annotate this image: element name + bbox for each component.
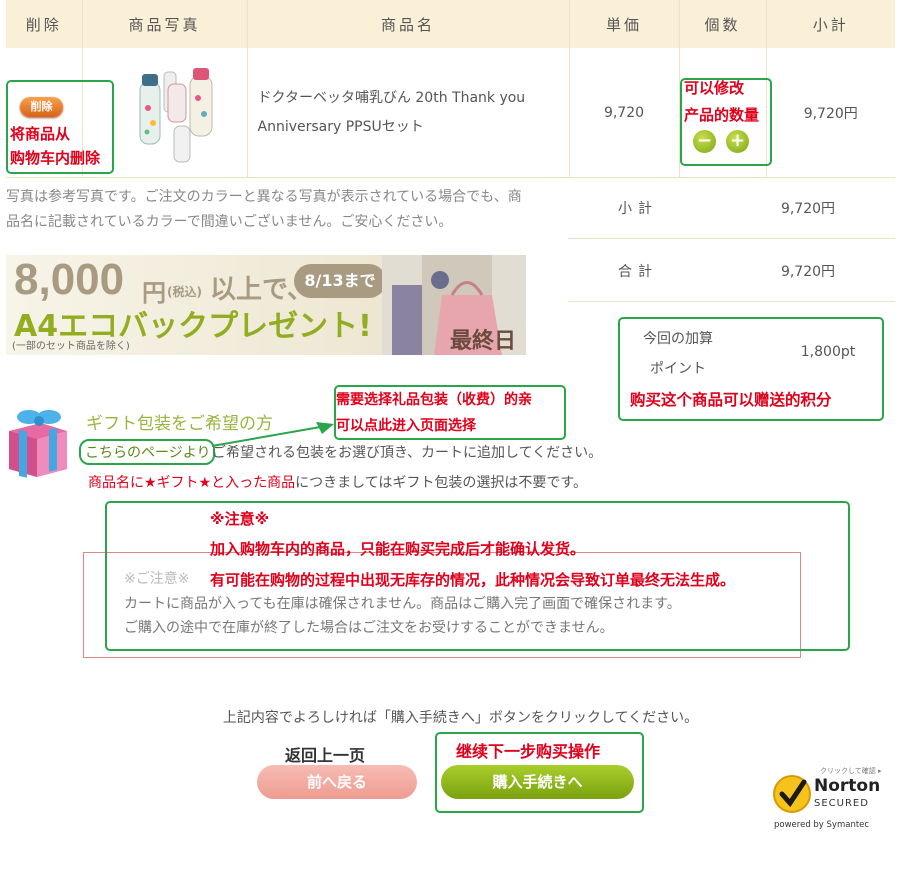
points-annotation: 购买这个商品可以赠送的积分 (630, 391, 832, 409)
summary-subtotal-label: 小計 (618, 201, 658, 217)
proceed-to-checkout-button[interactable]: 購入手続きへ (441, 765, 634, 799)
product-name-line1: ドクターベッタ哺乳びん 20th Thank you (257, 89, 526, 106)
gift-annotation-line2: 可以点此进入页面选择 (336, 418, 476, 434)
quantity-annotation-line2: 产品的数量 (684, 106, 760, 124)
header-subtotal: 小計 (766, 0, 895, 48)
confirm-instruction: 上記内容でよろしければ「購入手続きへ」ボタンをクリックしてください。 (222, 710, 699, 726)
norton-check-icon (773, 775, 811, 813)
cart-header-row: 削除 商品写真 商品名 単価 個数 小計 (6, 0, 895, 48)
back-button[interactable]: 前へ戻る (257, 765, 417, 799)
banner-tax: (税込) (167, 285, 202, 299)
notice-annotation-line1: 加入购物车内的商品，只能在购买完成后才能确认发货。 (210, 540, 586, 558)
summary-total-row: 合計 9,720円 (568, 239, 895, 302)
gift-instruction-text: ご希望される包装をお選び頂き、カートに追加してください。 (212, 445, 603, 461)
quantity-increase-button[interactable]: + (726, 130, 749, 153)
banner-amount: 8,000 (14, 255, 125, 304)
product-name-cell: ドクターベッタ哺乳びん 20th Thank you Anniversary P… (247, 48, 570, 178)
quantity-decrease-button[interactable]: − (693, 130, 716, 153)
gift-note-red: 商品名に★ギフト★と入った商品 (88, 475, 296, 491)
delete-annotation-line2: 购物车内删除 (10, 149, 101, 167)
item-subtotal: 9,720円 (766, 48, 895, 178)
quantity-annotation-line1: 可以修改 (684, 79, 745, 97)
norton-top-text: クリックして確認 ▸ (820, 767, 882, 775)
banner-last-day: 最終日 (450, 329, 517, 354)
product-name-line2: Anniversary PPSUセット (257, 118, 424, 135)
header-unit-price: 単価 (569, 0, 680, 48)
summary-subtotal-row: 小計 9,720円 (568, 176, 895, 239)
photo-note-line2: 品名に記載されているカラーで間違いございません。ご安心ください。 (6, 214, 453, 230)
notice-annotation-line2: 有可能在购物的过程中出现无库存的情况，此种情况会导致订单最终无法生成。 (210, 571, 736, 589)
norton-secured: SECURED (814, 798, 869, 809)
next-annotation: 继续下一步购买操作 (456, 742, 601, 761)
photo-note-line1: 写真は参考写真です。ご注文のカラーと異なる写真が表示されている場合でも、商 (6, 189, 522, 205)
summary-total-value: 9,720円 (780, 264, 836, 280)
banner-date-badge: 8/13まで (294, 264, 386, 298)
photo-note: 写真は参考写真です。ご注文のカラーと異なる写真が表示されている場合でも、商 品名… (6, 185, 564, 235)
header-delete: 削除 (6, 0, 83, 48)
eco-bag-banner[interactable]: 8,000 円 (税込) 以上で、 8/13まで A4エコバックプレゼント! (… (6, 255, 526, 355)
header-quantity: 個数 (679, 0, 767, 48)
notice-annotation-title: ※注意※ (210, 510, 270, 528)
norton-secured-badge[interactable]: クリックして確認 ▸ Norton SECURED powered by Sym… (772, 766, 882, 832)
summary-total-label: 合計 (618, 264, 658, 280)
gift-box-icon (9, 410, 67, 478)
norton-powered: powered by Symantec (774, 820, 870, 830)
gift-note-text: につきましてはギフト包装の選択は不要です。 (295, 475, 588, 491)
gift-page-link[interactable]: こちらのページより (85, 442, 210, 462)
norton-brand: Norton (814, 776, 881, 796)
back-annotation: 返回上一页 (285, 746, 366, 765)
delete-annotation-line1: 将商品从 (10, 125, 71, 143)
gift-note: 商品名に★ギフト★と入った商品につきましてはギフト包装の選択は不要です。 (88, 472, 587, 492)
gift-annotation-line1: 需要选择礼品包装（收费）的亲 (336, 392, 532, 408)
unit-price: 9,720 (569, 48, 680, 178)
banner-exclusion: (一部のセット商品を除く) (12, 341, 130, 352)
summary-subtotal-value: 9,720円 (780, 201, 836, 217)
product-photo (139, 68, 213, 163)
header-photo: 商品写真 (82, 0, 248, 48)
header-name: 商品名 (247, 0, 570, 48)
